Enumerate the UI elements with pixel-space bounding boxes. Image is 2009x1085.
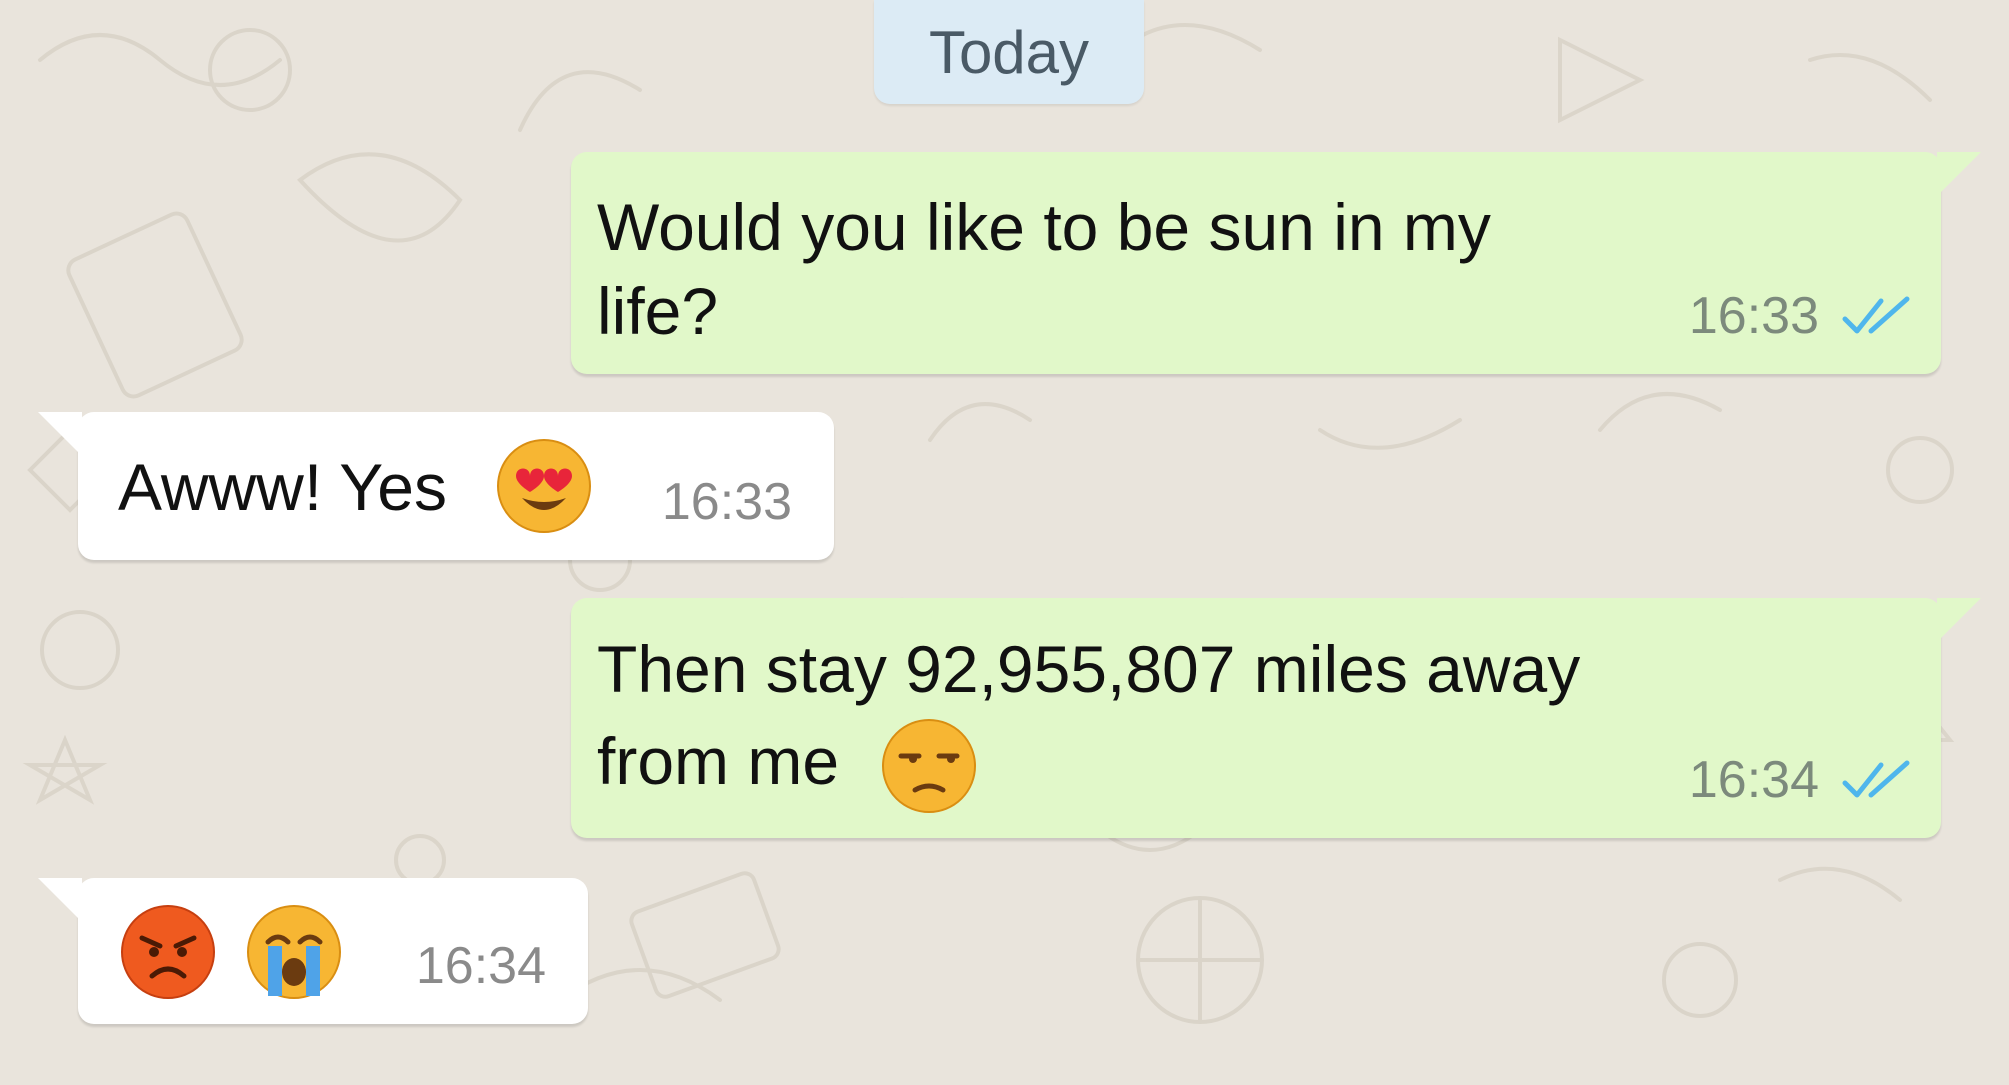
message-text-line: life?	[597, 274, 719, 348]
message-meta: 16:34	[1689, 750, 1913, 810]
message-time: 16:33	[661, 473, 792, 531]
message-text-line: from me	[597, 724, 840, 798]
date-separator-label: Today	[928, 18, 1090, 86]
angry-face-emoji	[118, 902, 218, 1002]
date-separator: Today	[874, 0, 1144, 104]
message-time: 16:34	[415, 937, 546, 995]
message-time: 16:33	[1688, 287, 1819, 345]
bubble-tail	[38, 412, 82, 456]
outgoing-message[interactable]: Would you like to be sun in my life? 16:…	[571, 152, 1981, 374]
message-meta: 16:33	[1689, 286, 1913, 346]
incoming-message[interactable]: Awww! Yes 16:33	[38, 412, 834, 560]
bubble-tail	[38, 878, 82, 922]
read-receipt-double-check-icon	[1842, 760, 1910, 798]
message-text-line: Awww! Yes	[118, 450, 447, 524]
loudly-crying-face-emoji	[244, 902, 344, 1002]
message-meta: 16:33	[662, 472, 792, 532]
bubble-tail	[1937, 152, 1981, 196]
outgoing-message[interactable]: Then stay 92,955,807 miles away from me …	[571, 598, 1981, 838]
message-meta: 16:34	[416, 936, 546, 996]
message-text-line: Would you like to be sun in my	[597, 190, 1491, 264]
incoming-message[interactable]: 16:34	[38, 878, 588, 1024]
unamused-face-emoji	[879, 716, 979, 816]
message-time: 16:34	[1688, 751, 1819, 809]
smiling-face-heart-eyes-emoji	[494, 436, 594, 536]
read-receipt-double-check-icon	[1842, 296, 1910, 334]
message-text-line: Then stay 92,955,807 miles away	[597, 632, 1581, 706]
bubble-tail	[1937, 598, 1981, 642]
